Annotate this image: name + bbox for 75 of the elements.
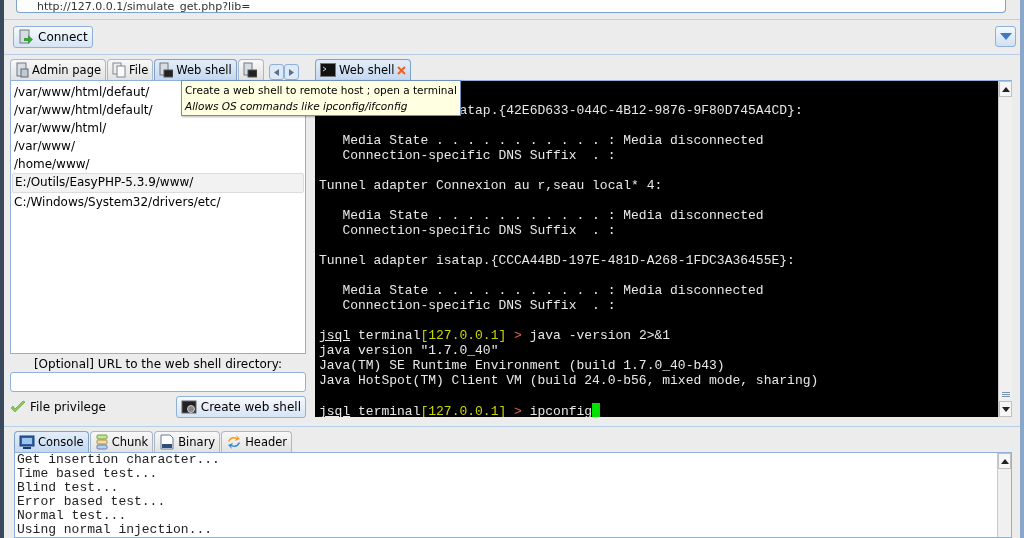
tab[interactable]: File: [107, 59, 154, 80]
left-arrow-icon: [273, 68, 279, 76]
scrollbar[interactable]: [998, 81, 1012, 417]
tab[interactable]: Header: [221, 431, 293, 452]
terminal-line: Media State . . . . . . . . . . . : Media disconnected: [341, 283, 764, 298]
connect-button[interactable]: Connect: [13, 25, 93, 48]
prompt-label: terminal: [358, 404, 421, 417]
arrows-icon: [226, 434, 243, 450]
terminal-line: Tunnel adapter Connexion au r,seau local* 4:: [319, 178, 663, 193]
server-terminal-icon: [159, 62, 174, 78]
tab[interactable]: Chunk: [89, 431, 154, 452]
prompt-sign: >: [514, 404, 522, 417]
address-field[interactable]: http://127.0.0.1/simulate_get.php?lib=: [16, 0, 1006, 13]
prompt-user: jsql: [319, 328, 351, 343]
tab[interactable]: Web shell: [315, 59, 412, 80]
privilege-label: File privilege: [30, 400, 106, 414]
terminal-line: atap.{42E6D633-044C-4B12-9876-9F80D745A4CD}:: [459, 103, 803, 118]
terminal-command: java -version 2>&1: [529, 328, 671, 343]
console-line: Normal test...: [17, 509, 128, 523]
tab[interactable]: Binary: [154, 431, 221, 452]
server-icon: [15, 62, 29, 78]
directory-item[interactable]: /home/www/: [12, 155, 304, 173]
grip-icon: [1001, 392, 1010, 398]
console-line: Error based test...: [17, 495, 167, 509]
directory-item[interactable]: /var/www/html/: [12, 119, 304, 137]
monitor-icon: [19, 434, 35, 450]
right-arrow-icon: [288, 68, 294, 76]
documents-icon: [112, 62, 127, 78]
prompt-sign: >: [514, 328, 522, 343]
console-line: Time based test...: [17, 467, 159, 481]
terminal-icon: [320, 63, 336, 77]
tab[interactable]: Web shell: [154, 59, 237, 80]
directory-item[interactable]: C:/Windows/System32/drivers/etc/: [12, 193, 304, 211]
up-arrow-icon: [1000, 458, 1009, 464]
text-cursor: [592, 403, 601, 417]
tooltip-hint: Allows OS commands like ipconfig/ifconfig: [185, 99, 409, 114]
url-label: [Optional] URL to the web shell directory:: [32, 356, 284, 372]
tab[interactable]: Admin page: [10, 59, 107, 80]
prompt-host: [127.0.0.1]: [420, 328, 507, 343]
directory-item[interactable]: /var/www/: [12, 137, 304, 155]
stack-icon: [94, 434, 109, 450]
scrollbar[interactable]: [997, 453, 1011, 537]
create-web-shell-button[interactable]: Create web shell: [175, 396, 306, 418]
terminal-line: Media State . . . . . . . . . . . : Media disconnected: [341, 208, 764, 223]
down-arrow-icon: [1001, 406, 1010, 412]
terminal-line: Connection-specific DNS Suffix . :: [341, 148, 616, 163]
console-line: Get insertion character...: [17, 453, 221, 467]
scroll-right-button[interactable]: [283, 64, 299, 80]
terminal-line: java version "1.7.0_40": [319, 343, 499, 358]
tab[interactable]: [237, 59, 264, 80]
directory-item[interactable]: E:/Outils/EasyPHP-5.3.9/www/: [12, 173, 304, 193]
tooltip-text: Create a web shell to remote host ; open a terminal: [185, 83, 457, 98]
terminal-line: Java HotSpot(TM) Client VM (build 24.0-b56, mixed mode, sharing): [319, 373, 819, 388]
prompt-host: [127.0.0.1]: [420, 404, 507, 417]
binary-file-icon: [159, 434, 176, 450]
terminal-line: Media State . . . . . . . . . . . : Media disconnected: [341, 133, 764, 148]
scroll-left-button[interactable]: [268, 64, 284, 80]
terminal-search-icon: [180, 399, 197, 415]
terminal-line: Tunnel adapter isatap.{CCCA44BD-197E-481D-A268-1FDC3A36455E}:: [319, 253, 795, 268]
terminal-command: ipconfig: [529, 404, 593, 417]
console-line: Blind test...: [17, 481, 120, 495]
prompt-user: jsql: [319, 404, 351, 417]
tab[interactable]: Console: [14, 431, 89, 452]
console-line: Using normal injection...: [17, 523, 214, 537]
url-field[interactable]: [10, 372, 306, 392]
close-icon: [397, 65, 407, 75]
prompt-label: terminal: [358, 328, 421, 343]
terminal-line: Java(TM) SE Runtime Environment (build 1.7.0_40-b43): [319, 358, 725, 373]
up-arrow-icon: [1001, 86, 1010, 92]
server-arrow-icon: [18, 28, 34, 45]
dropdown-button[interactable]: [995, 26, 1016, 48]
caret-icon: [999, 32, 1012, 41]
terminal-line: Connection-specific DNS Suffix . :: [341, 298, 616, 313]
server-terminal-icon: [242, 62, 257, 78]
terminal-line: Connection-specific DNS Suffix . :: [341, 223, 616, 238]
